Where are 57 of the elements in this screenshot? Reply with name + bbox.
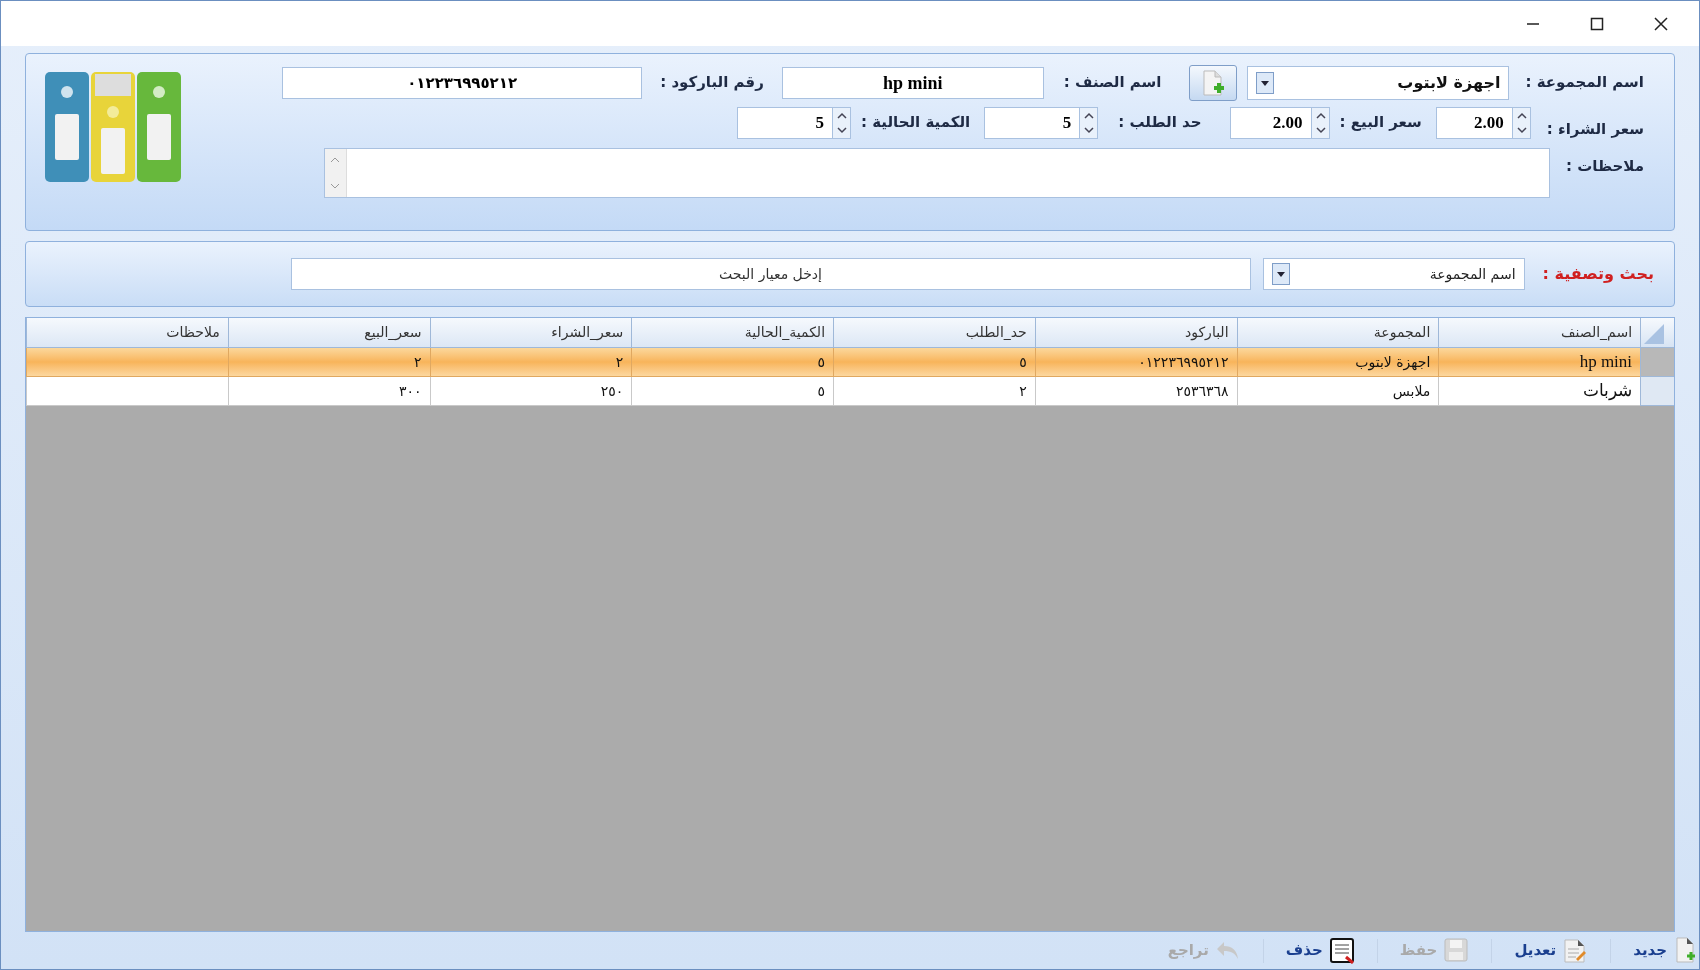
table-cell: ٣٠٠ [227,377,430,406]
table-cell: ٢ [833,377,1035,406]
delete-button[interactable]: حذف [1285,935,1355,966]
text-field[interactable]: ٠١٢٢٣٦٩٩٥٢١٢ [282,67,643,99]
field-label: ملاحظات : [1565,156,1644,177]
column-header[interactable]: ملاحظات [26,318,228,348]
search-field-dropdown[interactable]: اسم المجموعة [1262,258,1525,290]
group-dropdown[interactable]: اجهزة لابتوب [1247,66,1510,100]
table-cell: ٢٥٠ [429,377,632,406]
number-spinner[interactable]: 5 [736,107,851,139]
column-header[interactable]: حد_الطلب [833,318,1035,348]
row-header[interactable] [1640,348,1674,377]
field-label: سعر البيع : [1339,112,1422,134]
field-label: حد الطلب : [1118,112,1202,134]
column-header[interactable]: الباركود [1034,318,1237,348]
table-cell: hp mini [1438,348,1641,377]
select-all-corner[interactable] [1640,318,1674,348]
maximize-icon [1590,16,1604,31]
table-cell: ٥ [631,377,834,406]
column-header[interactable]: سعر_البيع [227,318,430,348]
new-button[interactable]: جديد [1633,935,1699,966]
scrollbar[interactable] [324,149,347,197]
column-header[interactable]: سعر_الشراء [429,318,632,348]
field-label: رقم الباركود : [660,72,764,94]
number-spinner[interactable]: 2.00 [1435,107,1531,139]
search-field[interactable]: إدخل معيار البحث [290,258,1251,290]
edit-button[interactable]: تعديل [1514,935,1589,966]
field-label: الكمية الحالية : [860,112,971,134]
search-label: بحث وتصفية : [1542,263,1654,286]
caret-icon [1271,263,1290,285]
field-label: اسم المجموعة : [1525,72,1644,94]
close-icon [1654,16,1668,31]
table-cell: شربات [1438,377,1641,406]
add-group-button[interactable] [1189,65,1238,101]
table-cell: ملابس [1236,377,1439,406]
number-spinner[interactable]: 2.00 [1229,107,1330,139]
column-header[interactable]: المجموعة [1236,318,1439,348]
table-cell: ٠١٢٢٣٦٩٩٥٢١٢ [1034,348,1237,377]
column-header[interactable]: الكمية_الحالية [631,318,834,348]
table-cell: ٥ [833,348,1035,377]
table-cell: ٢ [429,348,632,377]
notes-field[interactable] [323,148,1550,198]
field-label: اسم الصنف : [1063,72,1162,94]
table-cell: ٢٥٣٦٣٦٨ [1034,377,1237,406]
number-spinner[interactable]: 5 [984,107,1099,139]
row-header[interactable] [1640,377,1674,406]
column-header[interactable]: اسم_الصنف [1438,318,1641,348]
table-cell: اجهزة لابتوب [1236,348,1439,377]
document-icon [1328,937,1355,964]
table-cell: ٢ [227,348,430,377]
add-page-icon [1201,70,1226,96]
field-label: سعر الشراء : [1546,119,1644,141]
caret-icon [1256,72,1275,94]
text-field[interactable]: hp mini [781,67,1044,99]
minimize-icon [1527,22,1539,25]
page-pencil-icon [1562,937,1589,964]
table-cell: ٥ [631,348,834,377]
